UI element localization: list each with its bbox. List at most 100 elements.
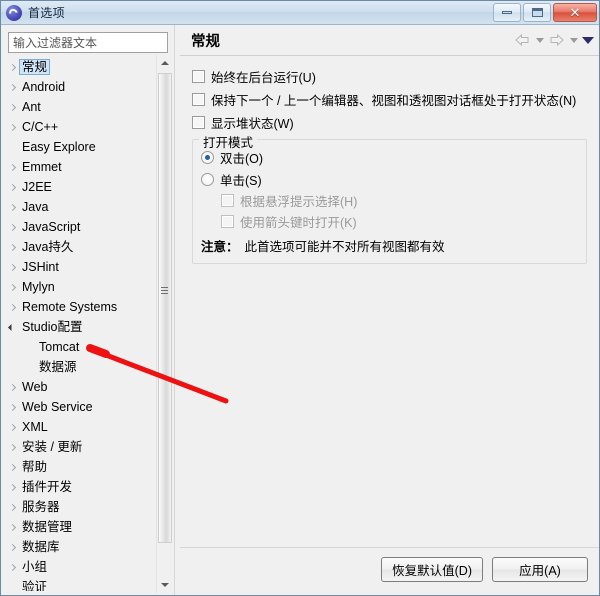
twisty-collapsed-icon[interactable]	[8, 523, 17, 532]
tree-item[interactable]: 帮助	[4, 457, 156, 477]
back-history-caret-down-icon[interactable]	[534, 33, 545, 47]
tree-item[interactable]: 验证	[4, 577, 156, 592]
tree-item-label: Studio配置	[22, 319, 83, 334]
page-header: 常规	[180, 25, 599, 56]
radio-icon[interactable]	[201, 172, 214, 186]
close-button[interactable]: ✕	[553, 3, 597, 22]
checkbox-icon[interactable]	[192, 93, 205, 106]
tree-item[interactable]: 安装 / 更新	[4, 437, 156, 457]
tree-item[interactable]: Web	[4, 377, 156, 397]
twisty-collapsed-icon[interactable]	[8, 83, 17, 92]
twisty-collapsed-icon[interactable]	[8, 203, 17, 212]
tree-item-label: Tomcat	[39, 339, 80, 354]
preferences-tree[interactable]: 常规 Android Ant C/C++ Easy Explore Emmet J2EE Ja…	[4, 57, 156, 591]
tree-item-label: J2EE	[22, 179, 52, 194]
checkbox-icon[interactable]	[192, 70, 205, 83]
tree-item[interactable]: J2EE	[4, 177, 156, 197]
open-mode-note: 注意： 此首选项可能并不对所有视图都有效	[201, 236, 578, 255]
tree-item[interactable]: Ant	[4, 97, 156, 117]
checkbox-icon[interactable]	[192, 116, 205, 129]
twisty-collapsed-icon[interactable]	[8, 123, 17, 132]
tree-item[interactable]: Remote Systems	[4, 297, 156, 317]
checkbox-label: 保持下一个 / 上一个编辑器、视图和透视图对话框处于打开状态(N)	[211, 94, 577, 108]
scroll-up-button[interactable]	[157, 55, 173, 71]
twisty-collapsed-icon[interactable]	[8, 463, 17, 472]
tree-item[interactable]: Web Service	[4, 397, 156, 417]
minimize-button[interactable]	[493, 3, 521, 22]
twisty-collapsed-icon[interactable]	[8, 503, 17, 512]
tree-item[interactable]: Studio配置	[4, 317, 156, 337]
checkbox-row[interactable]: 保持下一个 / 上一个编辑器、视图和透视图对话框处于打开状态(N)	[192, 89, 587, 110]
tree-item-label: 数据库	[22, 539, 60, 554]
twisty-collapsed-icon[interactable]	[8, 543, 17, 552]
tree-item[interactable]: JavaScript	[4, 217, 156, 237]
checkbox-row[interactable]: 始终在后台运行(U)	[192, 66, 587, 87]
twisty-collapsed-icon[interactable]	[8, 303, 17, 312]
twisty-collapsed-icon[interactable]	[8, 223, 17, 232]
tree-item[interactable]: JSHint	[4, 257, 156, 277]
tree-item-label: 服务器	[22, 499, 60, 514]
title-bar: 首选项 ✕	[1, 1, 599, 25]
filter-input[interactable]: 输入过滤器文本	[8, 32, 168, 53]
tree-item[interactable]: Java持久	[4, 237, 156, 257]
tree-item-label: Easy Explore	[22, 139, 96, 154]
tree-item[interactable]: 插件开发	[4, 477, 156, 497]
tree-item-label: JavaScript	[22, 219, 81, 234]
tree-item[interactable]: Mylyn	[4, 277, 156, 297]
twisty-collapsed-icon[interactable]	[8, 103, 17, 112]
arrow-right-icon[interactable]	[548, 32, 565, 48]
tree-item[interactable]: Android	[4, 77, 156, 97]
tree-scrollbar[interactable]	[156, 55, 172, 593]
twisty-collapsed-icon[interactable]	[8, 163, 17, 172]
forward-history-caret-down-icon[interactable]	[568, 33, 579, 47]
tree-item[interactable]: 数据管理	[4, 517, 156, 537]
tree-item[interactable]: 数据库	[4, 537, 156, 557]
open-mode-sub-checkbox-list: 根据悬浮提示选择(H) 使用箭头键时打开(K)	[201, 190, 578, 232]
checkbox-label: 始终在后台运行(U)	[211, 71, 316, 85]
tree-item-label: XML	[22, 419, 48, 434]
tree-item[interactable]: 服务器	[4, 497, 156, 517]
radio-icon[interactable]	[201, 150, 214, 164]
tree-item[interactable]: 常规	[4, 57, 156, 77]
twisty-collapsed-icon[interactable]	[8, 423, 17, 432]
radio-row[interactable]: 双击(O)	[201, 146, 578, 168]
twisty-collapsed-icon[interactable]	[8, 243, 17, 252]
twisty-expanded-icon[interactable]	[8, 323, 17, 332]
dialog-button-bar: 恢复默认值(D) 应用(A)	[180, 547, 599, 595]
tree-item-label: 帮助	[22, 459, 48, 474]
twisty-collapsed-icon[interactable]	[8, 563, 17, 572]
general-checkbox-list: 始终在后台运行(U) 保持下一个 / 上一个编辑器、视图和透视图对话框处于打开状态…	[192, 66, 587, 133]
twisty-collapsed-icon[interactable]	[8, 483, 17, 492]
tree-item-label: Android	[22, 79, 66, 94]
tree-item[interactable]: Easy Explore	[4, 137, 156, 157]
twisty-collapsed-icon[interactable]	[8, 443, 17, 452]
tree-item[interactable]: Emmet	[4, 157, 156, 177]
scroll-down-button[interactable]	[157, 577, 173, 593]
tree-item[interactable]: XML	[4, 417, 156, 437]
view-menu-caret-down-dark-icon[interactable]	[581, 33, 594, 47]
arrow-left-icon[interactable]	[514, 32, 531, 48]
twisty-collapsed-icon[interactable]	[8, 383, 17, 392]
twisty-collapsed-icon[interactable]	[8, 263, 17, 272]
note-label: 注意：	[201, 240, 239, 254]
checkbox-row[interactable]: 显示堆状态(W)	[192, 112, 587, 133]
maximize-button[interactable]	[523, 3, 551, 22]
twisty-collapsed-icon[interactable]	[8, 183, 17, 192]
restore-defaults-button[interactable]: 恢复默认值(D)	[381, 557, 483, 582]
tree-item[interactable]: Tomcat	[4, 337, 156, 357]
tree-item-label: 数据管理	[22, 519, 73, 534]
radio-row[interactable]: 单击(S)	[201, 168, 578, 190]
tree-item[interactable]: C/C++	[4, 117, 156, 137]
twisty-collapsed-icon[interactable]	[8, 403, 17, 412]
tree-item[interactable]: Java	[4, 197, 156, 217]
panel-sash[interactable]	[174, 25, 179, 595]
tree-item[interactable]: 数据源	[4, 357, 156, 377]
preferences-dialog: 首选项 ✕ 输入过滤器文本 常规 Android Ant C/C++ Easy Expl…	[0, 0, 600, 596]
tree-item-label: C/C++	[22, 119, 59, 134]
twisty-collapsed-icon[interactable]	[8, 63, 17, 72]
tree-item[interactable]: 小组	[4, 557, 156, 577]
tree-item-label: Remote Systems	[22, 299, 118, 314]
twisty-collapsed-icon[interactable]	[8, 283, 17, 292]
scrollbar-thumb[interactable]	[158, 73, 172, 543]
apply-button[interactable]: 应用(A)	[492, 557, 588, 582]
